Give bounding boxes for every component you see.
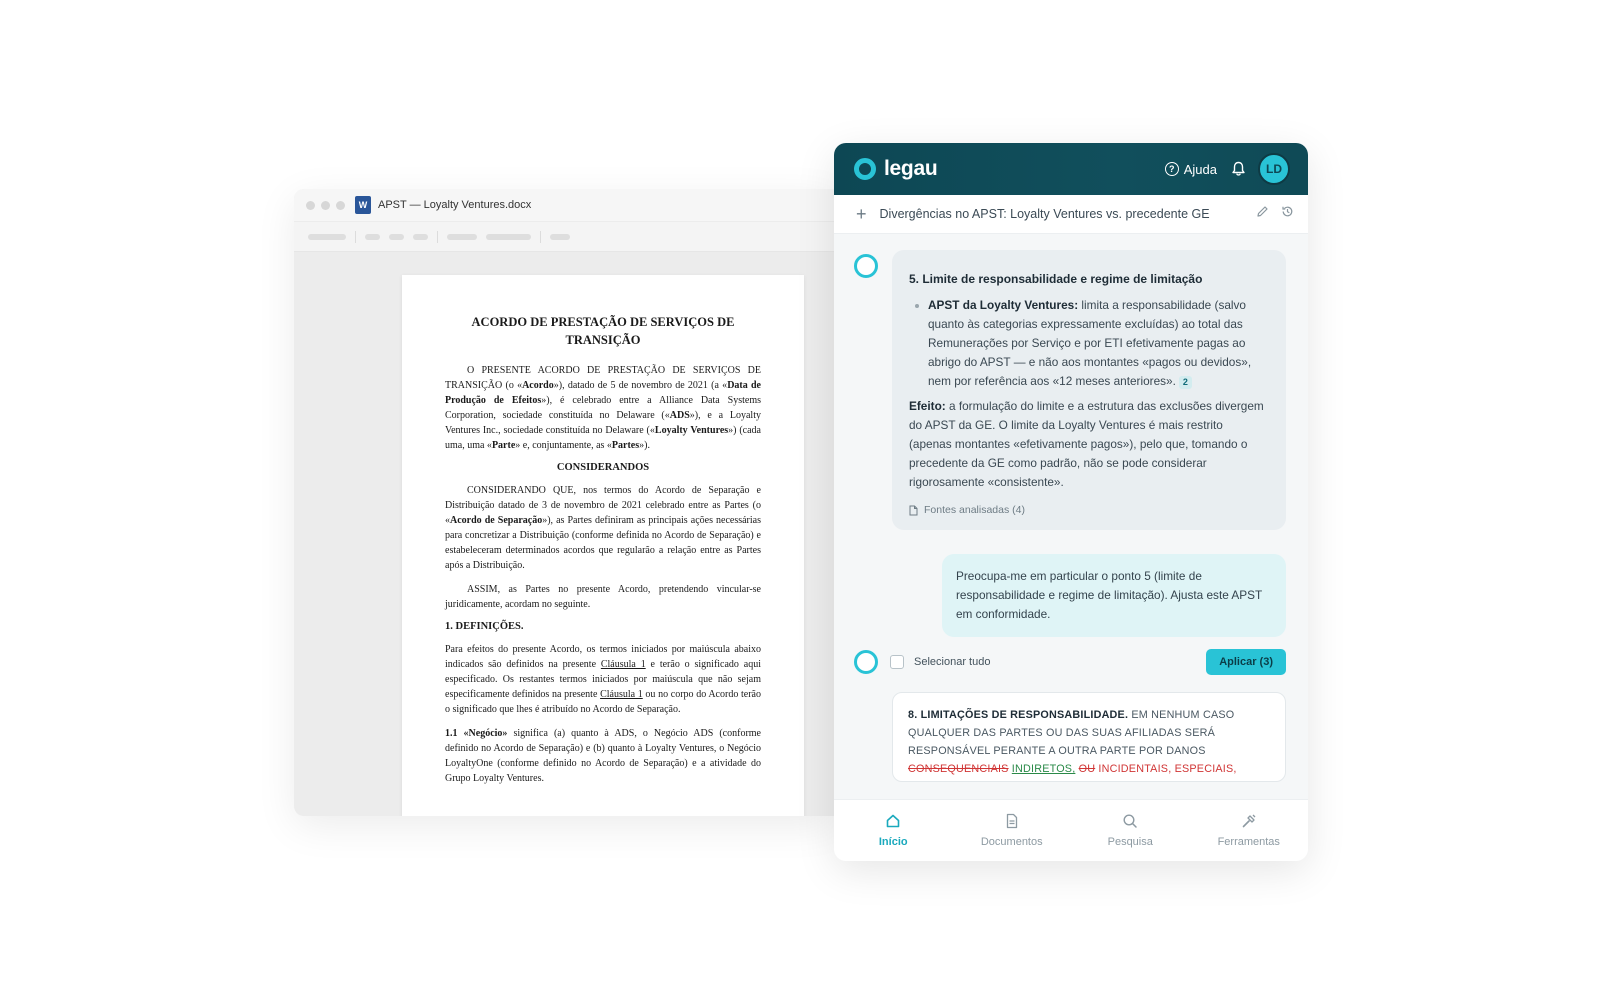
inserted-text: INDIRETOS, — [1011, 763, 1076, 775]
section-heading-definitions: 1. DEFINIÇÕES. — [445, 621, 524, 632]
document-filename: APST — Loyalty Ventures.docx — [378, 199, 532, 211]
document-icon — [1006, 813, 1017, 829]
document-title: ACORDO DE PRESTAÇÃO DE SERVIÇOS DE TRANS… — [471, 315, 735, 347]
help-icon: ? — [1164, 162, 1179, 176]
help-button[interactable]: ? Ajuda — [1164, 161, 1217, 177]
tools-icon — [1242, 814, 1256, 828]
toolbar-placeholder[interactable] — [413, 233, 428, 240]
history-icon[interactable] — [1281, 205, 1294, 223]
assistant-avatar-icon — [854, 254, 878, 278]
brand-name: legau — [884, 157, 938, 180]
nav-item-search[interactable]: Pesquisa — [1075, 813, 1185, 848]
assistant-bullet: APST da Loyalty Ventures: limita a respo… — [909, 296, 1268, 391]
assistant-message: 5. Limite de responsabilidade e regime d… — [892, 250, 1286, 530]
toolbar-placeholder[interactable] — [308, 233, 346, 240]
clause-link[interactable]: Cláusula 1 — [601, 659, 646, 670]
toolbar-placeholder[interactable] — [365, 233, 380, 240]
nav-item-tools[interactable]: Ferramentas — [1194, 813, 1304, 848]
word-toolbar — [294, 222, 834, 252]
bottom-navigation: Início Documentos Pesquisa Ferramentas — [834, 799, 1308, 861]
bullet-dot — [915, 304, 919, 308]
nav-item-home[interactable]: Início — [838, 813, 948, 848]
clause-link[interactable]: Cláusula 1 — [600, 689, 643, 700]
new-conversation-plus-icon[interactable]: + — [856, 205, 867, 223]
edit-pencil-icon[interactable] — [1256, 205, 1269, 223]
assistant-effect-paragraph: Efeito: a formulação do limite e a estru… — [909, 399, 1264, 489]
document-icon — [909, 505, 918, 515]
assistant-avatar-icon — [854, 650, 878, 674]
definition-business: 1.1 «Negócio» significa (a) quanto à ADS… — [445, 728, 761, 784]
redline-clause-card[interactable]: 8. LIMITAÇÕES DE RESPONSABILIDADE. EM NE… — [892, 692, 1286, 782]
toolbar-divider — [355, 230, 356, 243]
app-header: legau ? Ajuda LD — [834, 143, 1308, 195]
maximize-window-button[interactable] — [336, 200, 345, 210]
legau-logo-icon — [854, 158, 876, 180]
toolbar-divider — [437, 230, 438, 243]
window-controls[interactable] — [306, 200, 345, 210]
toolbar-placeholder[interactable] — [389, 233, 404, 240]
user-avatar[interactable]: LD — [1258, 153, 1290, 185]
citation-badge[interactable]: 2 — [1178, 376, 1192, 389]
legau-app-panel: legau ? Ajuda LD + Divergências no APST:… — [834, 143, 1308, 861]
conversation-bar: + Divergências no APST: Loyalty Ventures… — [834, 195, 1308, 234]
search-icon — [1123, 814, 1137, 828]
user-message: Preocupa-me em particular o ponto 5 (lim… — [942, 554, 1286, 637]
nav-item-documents[interactable]: Documentos — [957, 813, 1067, 848]
home-icon — [886, 814, 900, 828]
toolbar-placeholder[interactable] — [486, 233, 531, 240]
toolbar-divider — [540, 230, 541, 243]
toolbar-placeholder[interactable] — [550, 233, 570, 240]
deleted-text: OU — [1078, 763, 1096, 775]
deleted-text: CONSEQUENCIAIS — [908, 763, 1009, 775]
suggestion-toolbar: Selecionar tudo Aplicar (3) — [854, 648, 1286, 676]
conversation-title: Divergências no APST: Loyalty Ventures v… — [879, 207, 1210, 221]
word-window: W APST — Loyalty Ventures.docx ACORDO DE… — [294, 189, 834, 816]
chat-area[interactable]: 5. Limite de responsabilidade e regime d… — [834, 234, 1308, 799]
minimize-window-button[interactable] — [321, 200, 330, 210]
help-label: Ajuda — [1183, 161, 1217, 177]
document-page[interactable]: ACORDO DE PRESTAÇÃO DE SERVIÇOS DE TRANS… — [402, 275, 804, 816]
word-app-icon: W — [355, 196, 371, 214]
recital-paragraph: CONSIDERANDO QUE, nos termos do Acordo d… — [445, 485, 761, 571]
agreement-paragraph: ASSIM, as Partes no presente Acordo, pre… — [445, 584, 761, 610]
recitals-heading: CONSIDERANDOS — [556, 462, 650, 473]
word-titlebar: W APST — Loyalty Ventures.docx — [294, 189, 834, 222]
sources-analyzed-link[interactable]: Fontes analisadas (4) — [909, 504, 1268, 516]
definitions-paragraph: Para efeitos do presente Acordo, os term… — [445, 644, 761, 715]
close-window-button[interactable] — [306, 200, 315, 210]
toolbar-placeholder[interactable] — [447, 233, 477, 240]
assistant-heading: 5. Limite de responsabilidade e regime d… — [909, 272, 1203, 286]
select-all-checkbox[interactable] — [890, 655, 904, 669]
notifications-bell-icon[interactable] — [1231, 161, 1246, 177]
preamble-paragraph: O PRESENTE ACORDO DE PRESTAÇÃO DE SERVIÇ… — [445, 365, 761, 451]
apply-changes-button[interactable]: Aplicar (3) — [1206, 649, 1286, 675]
select-all-label[interactable]: Selecionar tudo — [914, 656, 990, 668]
